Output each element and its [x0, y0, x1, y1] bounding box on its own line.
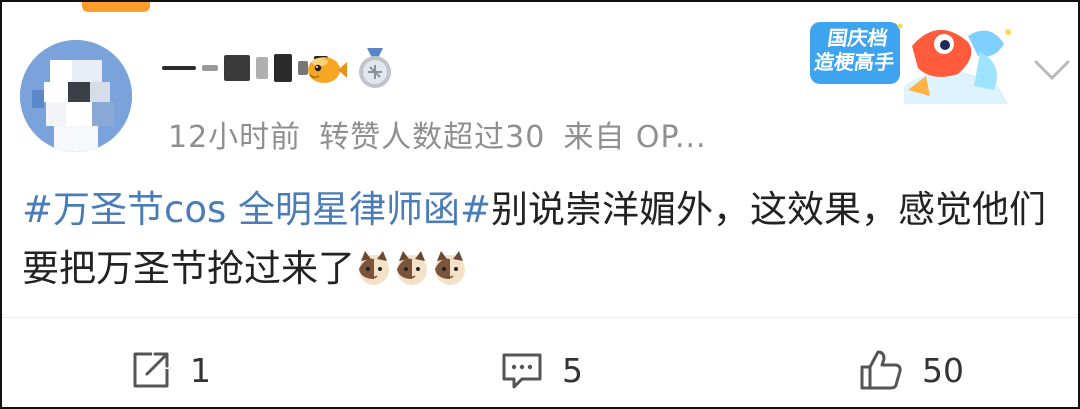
post-source[interactable]: 来自 OP...	[563, 120, 706, 155]
share-button[interactable]: 1	[130, 348, 211, 392]
top-accent-bar	[82, 2, 150, 12]
fish-badge-icon	[308, 57, 347, 83]
comment-icon	[502, 353, 542, 389]
post-meta: 12小时前 转赞人数超过30 来自 OP...	[168, 112, 725, 156]
post-time: 12小时前	[168, 120, 302, 155]
comment-count: 5	[562, 350, 583, 390]
like-count: 50	[922, 350, 964, 390]
promo-banner[interactable]: 国庆档 造梗高手	[808, 16, 1024, 108]
share-count: 1	[190, 350, 211, 390]
cat-emoji-icon	[435, 251, 465, 285]
cat-emoji-icon	[397, 251, 427, 285]
avatar[interactable]	[20, 40, 132, 152]
medal-badge-icon	[359, 48, 391, 88]
repost-info: 转赞人数超过30	[319, 120, 546, 155]
hashtag-link[interactable]: #万圣节cos 全明星律师函#	[22, 188, 491, 231]
weibo-post-card: 12小时前 转赞人数超过30 来自 OP... 国庆档 造梗高手 #万圣节cos 全…	[0, 0, 1080, 409]
post-text: #万圣节cos 全明星律师函#别说崇洋媚外，这效果，感觉他们要把万圣节抢过来了	[22, 180, 1062, 298]
share-icon	[133, 352, 169, 388]
cat-emoji-icon	[359, 251, 389, 285]
like-button[interactable]: 50	[858, 348, 964, 392]
comment-button[interactable]: 5	[500, 348, 583, 392]
chevron-down-icon[interactable]	[1032, 54, 1072, 84]
divider	[2, 317, 1078, 318]
thumbs-up-icon	[860, 350, 902, 390]
promo-text: 国庆档 造梗高手	[812, 26, 896, 74]
